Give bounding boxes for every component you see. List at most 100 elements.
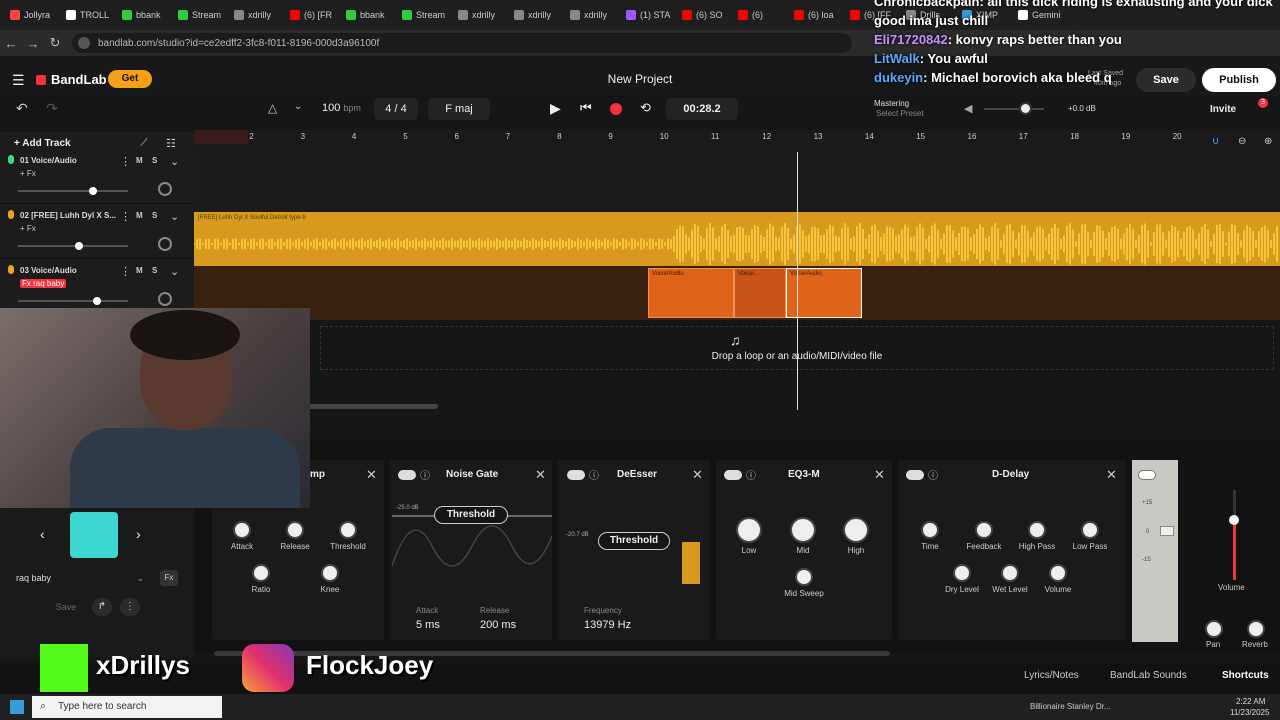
forward-icon[interactable]: →: [22, 36, 44, 51]
close-icon[interactable]: ✕: [874, 467, 885, 483]
effect-knob[interactable]: [1081, 521, 1099, 539]
loop-icon[interactable]: ⟲: [640, 100, 651, 116]
time-signature[interactable]: 4 / 4: [374, 98, 418, 120]
redo-icon[interactable]: ↷: [46, 100, 58, 117]
playhead[interactable]: [797, 152, 798, 410]
next-preset-icon[interactable]: ›: [136, 526, 141, 542]
effect-knob[interactable]: [339, 521, 357, 539]
browser-tab[interactable]: (6) loa: [788, 0, 844, 30]
chevron-down-icon[interactable]: ⌄: [170, 155, 179, 168]
browser-tab[interactable]: Jollyra: [4, 0, 60, 30]
reload-icon[interactable]: ↻: [44, 35, 66, 51]
effect-knob[interactable]: [1049, 564, 1067, 582]
track-lane-1[interactable]: [194, 146, 1280, 212]
effect-knob[interactable]: [321, 564, 339, 582]
browser-tab[interactable]: xdrilly: [452, 0, 508, 30]
track-name[interactable]: 03 Voice/Audio: [20, 266, 122, 275]
metronome-icon[interactable]: △: [268, 101, 277, 115]
taskbar-search[interactable]: Type here to search: [32, 696, 222, 718]
effect-knob[interactable]: [921, 521, 939, 539]
attack-value[interactable]: 5 ms: [416, 619, 440, 631]
track-pan-knob[interactable]: [158, 182, 172, 196]
close-icon[interactable]: ✕: [366, 467, 377, 483]
effect-knob[interactable]: [233, 521, 251, 539]
mute-button[interactable]: M: [136, 156, 143, 165]
settings-icon[interactable]: ☷: [166, 137, 176, 150]
record-icon[interactable]: [610, 103, 622, 115]
horizontal-scrollbar[interactable]: [308, 404, 438, 409]
effect-knob[interactable]: [795, 568, 813, 586]
mastering-preset[interactable]: Select Preset: [876, 109, 924, 118]
volume-thumb[interactable]: [1229, 515, 1239, 525]
mute-button[interactable]: M: [136, 211, 143, 220]
taskbar-media[interactable]: Billionaire Stanley Dr...: [1030, 702, 1126, 711]
undo-icon[interactable]: ↶: [16, 100, 28, 117]
fader-toggle[interactable]: [1138, 470, 1156, 480]
close-icon[interactable]: ✕: [692, 467, 703, 483]
effect-knob[interactable]: [843, 517, 869, 543]
more-icon[interactable]: ⋮: [120, 155, 131, 168]
bandlab-logo[interactable]: BandLab: [36, 72, 107, 87]
browser-tab[interactable]: (6): [732, 0, 788, 30]
info-icon[interactable]: ⓘ: [420, 467, 430, 482]
vocal-clip-2[interactable]: Voice/...: [734, 268, 786, 318]
browser-tab[interactable]: (6) SO: [676, 0, 732, 30]
track-volume-thumb[interactable]: [88, 187, 97, 195]
play-icon[interactable]: ▶: [550, 100, 561, 117]
more-icon[interactable]: ⋮: [120, 598, 140, 616]
add-track-button[interactable]: + Add Track: [14, 138, 71, 149]
fader-thumb[interactable]: [1160, 526, 1174, 536]
timeline-ruler[interactable]: 1234567891011121314151617181920: [194, 130, 1280, 146]
effect-knob[interactable]: [736, 517, 762, 543]
browser-tab[interactable]: Stream: [396, 0, 452, 30]
browser-tab[interactable]: bbank: [340, 0, 396, 30]
browser-tab[interactable]: Stream: [172, 0, 228, 30]
more-icon[interactable]: ⋮: [120, 265, 131, 278]
track-pan-knob[interactable]: [158, 292, 172, 306]
loop-region[interactable]: [194, 130, 248, 144]
reverb-knob[interactable]: [1247, 620, 1265, 638]
url-field[interactable]: bandlab.com/studio?id=ce2edff2-3fc8-f011…: [72, 33, 852, 53]
back-icon[interactable]: ←: [0, 36, 22, 51]
save-preset-button[interactable]: Save: [46, 598, 86, 616]
track-name[interactable]: 01 Voice/Audio: [20, 156, 122, 165]
track-volume-slider[interactable]: [18, 245, 128, 247]
get-membership-button[interactable]: Get: [108, 70, 152, 88]
fx-icon[interactable]: Fx: [160, 570, 178, 586]
mute-button[interactable]: M: [136, 266, 143, 275]
bandlab-sounds-link[interactable]: BandLab Sounds: [1110, 670, 1187, 681]
chevron-down-icon[interactable]: ⌄: [170, 265, 179, 278]
track-fx[interactable]: + Fx: [20, 224, 36, 233]
delay-toggle[interactable]: [906, 470, 924, 480]
more-icon[interactable]: ⋮: [120, 210, 131, 223]
skip-back-icon[interactable]: ⏮: [580, 100, 592, 116]
menu-icon[interactable]: ☰: [12, 72, 25, 89]
track-header[interactable]: 01 Voice/Audio + Fx ⋮ M S ⌄: [0, 150, 194, 204]
browser-tab[interactable]: bbank: [116, 0, 172, 30]
browser-tab[interactable]: xdrilly: [228, 0, 284, 30]
info-icon[interactable]: ⓘ: [928, 467, 938, 482]
windows-start-icon[interactable]: [10, 700, 24, 714]
preset-select[interactable]: raq baby ⌄: [10, 568, 150, 588]
browser-tab[interactable]: TROLL: [60, 0, 116, 30]
track-header[interactable]: 03 Voice/Audio Fx raq baby ⋮ M S ⌄: [0, 260, 194, 314]
noise-gate-threshold[interactable]: Threshold: [434, 506, 508, 524]
automation-icon[interactable]: ⟋: [140, 137, 148, 150]
effect-knob[interactable]: [953, 564, 971, 582]
browser-tab[interactable]: xdrilly: [508, 0, 564, 30]
share-icon[interactable]: ↱: [92, 598, 112, 616]
eq-toggle[interactable]: [724, 470, 742, 480]
track-volume-thumb[interactable]: [74, 242, 83, 250]
browser-tab[interactable]: xdrilly: [564, 0, 620, 30]
track-name[interactable]: 02 [FREE] Luhh Dyl X S...: [20, 211, 122, 220]
track-pan-knob[interactable]: [158, 237, 172, 251]
track-volume-slider[interactable]: [18, 300, 128, 302]
deesser-toggle[interactable]: [567, 470, 585, 480]
project-title[interactable]: New Project: [560, 72, 720, 86]
shortcuts-link[interactable]: Shortcuts: [1222, 670, 1269, 681]
noise-gate-toggle[interactable]: [398, 470, 416, 480]
track-fx[interactable]: Fx raq baby: [20, 279, 67, 288]
effect-knob[interactable]: [975, 521, 993, 539]
browser-tab[interactable]: (6) [FR: [284, 0, 340, 30]
track-volume-thumb[interactable]: [93, 297, 102, 305]
